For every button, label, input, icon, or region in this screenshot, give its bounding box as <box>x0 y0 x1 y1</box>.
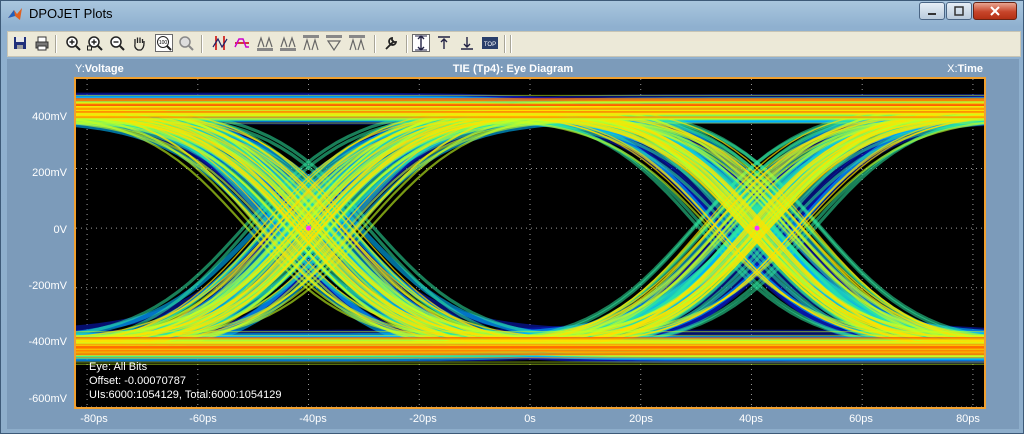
align-top-button[interactable] <box>435 34 453 52</box>
pan-button[interactable] <box>130 34 148 52</box>
matlab-app-icon <box>8 8 22 20</box>
fit-vertical-icon <box>415 35 427 51</box>
crossing-marker <box>306 225 312 231</box>
x-tick-label: -60ps <box>189 413 217 425</box>
zoom-1-button[interactable] <box>302 34 320 52</box>
x-tick-label: 20ps <box>629 413 653 425</box>
info-offset-label: Offset: -0.00070787 <box>89 375 187 387</box>
zoom-area-button[interactable] <box>177 34 195 52</box>
cursor-waveform-icon <box>234 38 249 48</box>
maximize-icon <box>954 6 964 16</box>
y-tick-label: -200mV <box>28 280 67 292</box>
close-button[interactable] <box>973 2 1017 20</box>
zoom-out-button[interactable] <box>108 34 126 52</box>
top-button[interactable]: TOP <box>481 34 499 52</box>
plot-title: TIE (Tp4): Eye Diagram <box>452 63 574 75</box>
x-tick-label: 0s <box>524 413 536 425</box>
zoom-in-box-button[interactable] <box>86 34 104 52</box>
reset-2-icon <box>280 36 296 51</box>
zoom-in-box-icon <box>87 36 103 51</box>
reset-1-icon <box>257 36 273 51</box>
align-bottom-button[interactable] <box>458 34 476 52</box>
y-tick-label: 200mV <box>32 167 67 179</box>
x-axis-label: X:Time <box>947 63 983 75</box>
info-uis-label: UIs:6000:1054129, Total:6000:1054129 <box>89 389 282 401</box>
zoom-3-icon <box>349 35 365 51</box>
x-axis-name: Time <box>957 63 983 75</box>
reset-2-button[interactable] <box>279 34 297 52</box>
zoom-1-icon <box>303 35 319 51</box>
svg-text:TOP: TOP <box>484 42 496 48</box>
eye-diagram-svg <box>76 79 984 407</box>
save-button[interactable] <box>11 34 29 52</box>
minimize-icon <box>928 13 936 15</box>
zoom-out-icon <box>110 36 125 51</box>
eye-diagram-plot[interactable] <box>74 77 986 409</box>
info-eye-label: Eye: All Bits <box>89 361 148 373</box>
close-icon <box>990 6 1000 16</box>
x-tick-label: 40ps <box>739 413 763 425</box>
settings-wrench-icon <box>385 36 398 50</box>
zoom-area-icon <box>179 36 194 51</box>
zoom-2-button[interactable] <box>325 34 343 52</box>
minimize-button[interactable] <box>919 2 945 20</box>
crossing-marker <box>754 225 760 231</box>
zoom-100-button[interactable]: 100 <box>155 34 173 52</box>
x-tick-label: -40ps <box>299 413 327 425</box>
svg-text:100: 100 <box>159 40 168 46</box>
settings-button[interactable] <box>382 34 400 52</box>
zoom-in-button[interactable] <box>64 34 82 52</box>
zoom-in-icon <box>66 36 81 51</box>
reset-1-button[interactable] <box>256 34 274 52</box>
maximize-button[interactable] <box>946 2 972 20</box>
y-tick-label: -600mV <box>28 393 67 405</box>
title-bar[interactable]: DPOJET Plots <box>1 1 1023 27</box>
cursor-vertical-icon <box>212 36 228 50</box>
save-icon <box>14 37 26 49</box>
zoom-3-button[interactable] <box>348 34 366 52</box>
cursor-vertical-button[interactable] <box>211 34 229 52</box>
window-title: DPOJET Plots <box>29 6 113 21</box>
print-button[interactable] <box>33 34 51 52</box>
top-icon: TOP <box>482 37 498 49</box>
dpojet-plots-window: DPOJET Plots 100 TOP Y:Voltage TIE (Tp4)… <box>0 0 1024 434</box>
zoom-100-icon: 100 <box>157 36 172 51</box>
y-tick-label: -400mV <box>28 336 67 348</box>
pan-hand-icon <box>134 37 145 51</box>
x-tick-label: 80ps <box>956 413 980 425</box>
y-tick-label: 400mV <box>32 111 67 123</box>
print-icon <box>35 36 49 51</box>
x-axis-prefix: X: <box>947 63 958 75</box>
y-tick-label: 0V <box>53 224 67 236</box>
fit-vertical-button[interactable] <box>412 34 430 52</box>
x-tick-label: -20ps <box>409 413 437 425</box>
toolbar: 100 TOP <box>7 31 1021 57</box>
cursor-waveform-button[interactable] <box>233 34 251 52</box>
align-top-icon <box>438 36 450 49</box>
x-tick-label: -80ps <box>80 413 108 425</box>
x-tick-label: 60ps <box>849 413 873 425</box>
align-bottom-icon <box>461 37 473 50</box>
plot-area: Y:Voltage TIE (Tp4): Eye Diagram X:Time … <box>7 59 1019 429</box>
zoom-2-icon <box>326 35 342 51</box>
